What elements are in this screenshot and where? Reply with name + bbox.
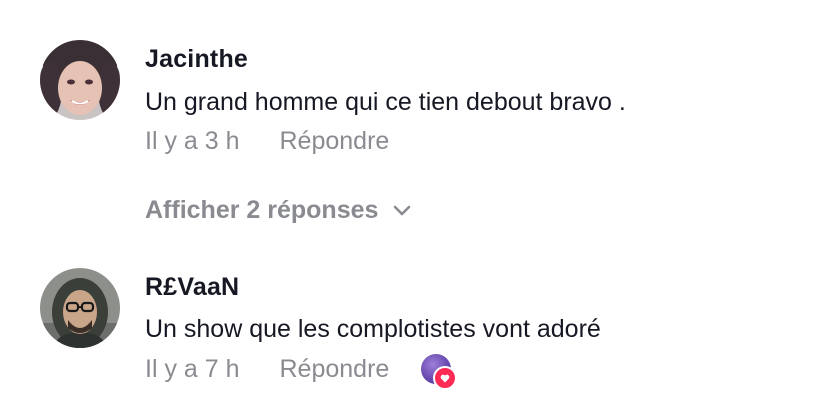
- avatar-photo-icon: [40, 268, 120, 348]
- heart-icon: [433, 366, 458, 390]
- view-replies-button[interactable]: Afficher 2 réponses: [145, 196, 412, 225]
- chevron-down-icon: [392, 204, 412, 218]
- comment-meta: Il y a 3 h Répondre: [145, 127, 389, 156]
- avatar-photo-icon: [40, 40, 120, 120]
- comment-meta: Il y a 7 h Répondre: [145, 354, 458, 390]
- view-replies-label: Afficher 2 réponses: [145, 196, 379, 224]
- comment-username[interactable]: Jacinthe: [145, 45, 248, 74]
- reply-button[interactable]: Répondre: [280, 127, 390, 156]
- avatar[interactable]: [40, 40, 120, 120]
- creator-liked-badge: [421, 354, 458, 390]
- avatar[interactable]: [40, 268, 120, 348]
- comment-timestamp: Il y a 7 h: [145, 354, 240, 383]
- comment-username[interactable]: R£VaaN: [145, 273, 239, 302]
- comment-text: Un grand homme qui ce tien debout bravo …: [145, 88, 626, 116]
- comment-timestamp: Il y a 3 h: [145, 127, 240, 155]
- comment-text: Un show que les complotistes vont adoré: [145, 315, 601, 343]
- reply-button[interactable]: Répondre: [280, 355, 390, 384]
